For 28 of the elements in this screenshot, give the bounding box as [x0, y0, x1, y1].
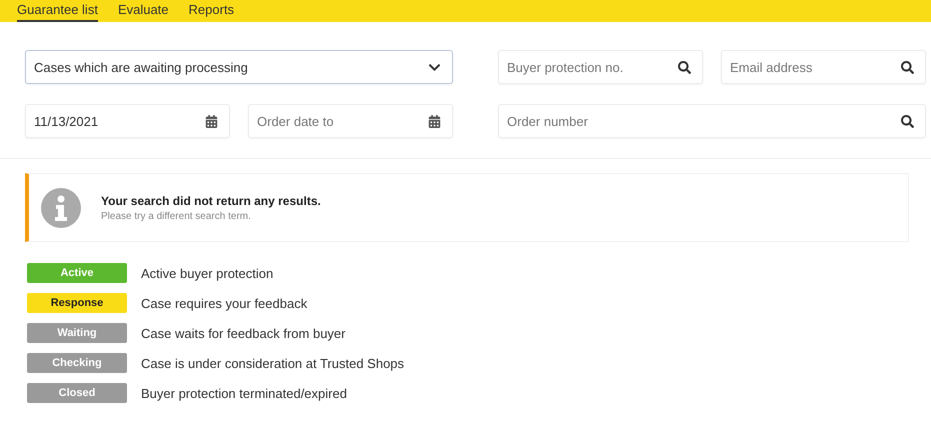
calendar-icon — [428, 115, 441, 128]
status-badge: Active — [27, 263, 127, 283]
tab[interactable]: Guarantee list — [17, 2, 98, 22]
info-icon — [41, 188, 81, 228]
date-field[interactable]: 11/13/2021 — [25, 104, 230, 138]
search-field[interactable]: Buyer protection no. — [498, 50, 703, 84]
status-description: Active buyer protection — [141, 266, 274, 280]
status-dropdown[interactable]: Cases which are awaiting processing — [25, 50, 453, 84]
status-description: Buyer protection terminated/expired — [141, 386, 347, 400]
status-badge: Checking — [27, 353, 127, 373]
search-icon — [901, 61, 914, 74]
alert-title: Your search did not return any results. — [101, 194, 321, 208]
search-icon — [901, 115, 914, 128]
status-description: Case is under consideration at Trusted Shops — [141, 356, 404, 370]
tab[interactable]: Evaluate — [118, 2, 169, 22]
date-field[interactable]: Order date to — [248, 104, 453, 138]
tab[interactable]: Reports — [188, 2, 234, 22]
alert-message: Please try a different search term. — [101, 210, 252, 222]
status-description: Case waits for feedback from buyer — [141, 326, 346, 340]
search-icon — [678, 61, 691, 74]
status-description: Case requires your feedback — [141, 296, 308, 310]
chevron-down-icon — [428, 61, 441, 74]
status-badge: Closed — [27, 383, 127, 403]
search-field[interactable]: Order number — [498, 104, 926, 138]
search-field[interactable]: Email address — [721, 50, 926, 84]
status-badge: Response — [27, 293, 127, 313]
calendar-icon — [205, 115, 218, 128]
status-badge: Waiting — [27, 323, 127, 343]
